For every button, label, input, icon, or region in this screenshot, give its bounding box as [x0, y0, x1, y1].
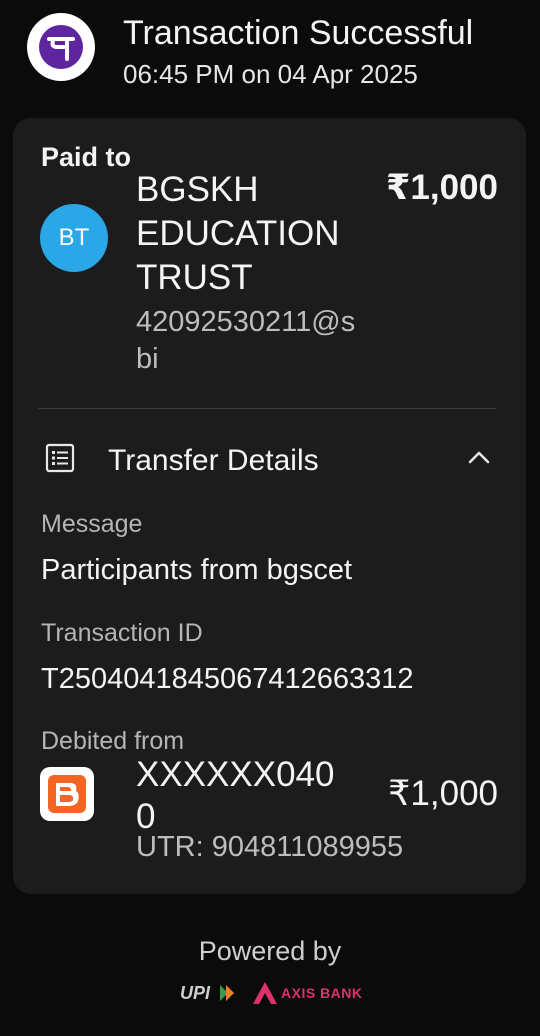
message-value: Participants from bgscet [41, 554, 353, 586]
payee-name: BGSKH EDUCATION TRUST [136, 170, 340, 297]
header: Transaction Successful 06:45 PM on 04 Ap… [0, 0, 540, 110]
debit-account-number: XXXXXX0400 [136, 755, 335, 836]
axis-bank-logo: AXIS BANK [252, 981, 363, 1005]
debited-from-label: Debited from [41, 727, 185, 755]
paid-to-label: Paid to [41, 142, 132, 172]
upi-logo: UPI [178, 982, 242, 1004]
transaction-timestamp: 06:45 PM on 04 Apr 2025 [123, 59, 418, 89]
utr-number: UTR: 904811089955 [136, 831, 404, 863]
powered-by-label: Powered by [198, 936, 342, 966]
message-label: Message [41, 510, 143, 538]
axis-bank-label: AXIS BANK [281, 985, 363, 1001]
partner-logos: UPI AXIS BANK [178, 978, 363, 1008]
svg-text:UPI: UPI [180, 983, 211, 1003]
transaction-status-title: Transaction Successful [123, 14, 474, 52]
upi-logo-mark: UPI [180, 983, 234, 1003]
phonepe-logo-glyph [39, 25, 83, 69]
transaction-card: Paid to BT BGSKH EDUCATION TRUST 4209253… [13, 118, 526, 894]
transaction-id-label: Transaction ID [41, 619, 203, 647]
receipt-list-icon [45, 443, 75, 473]
payee-avatar: BT [40, 204, 108, 272]
transfer-details-toggle-label[interactable]: Transfer Details [108, 444, 319, 478]
payee-upi-id: 42092530211@sbi [136, 306, 356, 375]
divider [38, 408, 496, 409]
transaction-id-value[interactable]: T2504041845067412663312 [41, 663, 414, 696]
bank-logo-glyph [48, 775, 86, 813]
bank-of-baroda-logo [40, 767, 94, 821]
paid-amount: ₹1,000 [386, 168, 498, 207]
axis-bank-mark [253, 982, 277, 1004]
chevron-up-icon[interactable] [465, 444, 493, 472]
debited-amount: ₹1,000 [388, 774, 498, 813]
phonepe-logo [27, 13, 95, 81]
